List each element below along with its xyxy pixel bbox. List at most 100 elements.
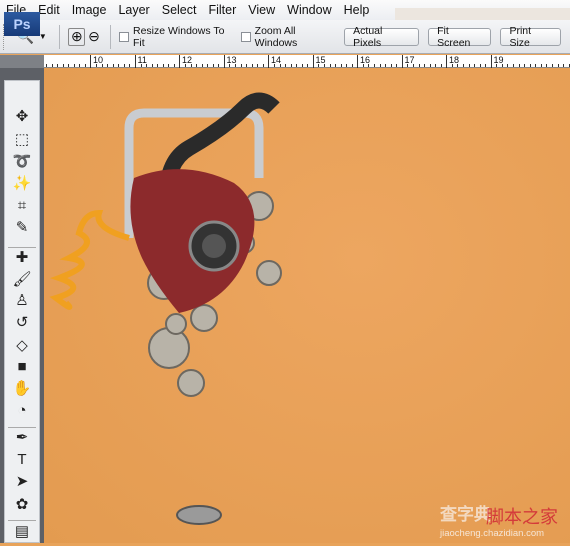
ruler-tick: [501, 64, 503, 67]
dodge-tool-icon[interactable]: ◔: [10, 401, 34, 421]
ruler-tick: [223, 64, 225, 67]
history-brush-tool-icon[interactable]: ↺: [10, 313, 34, 333]
ruler-tick: [262, 64, 264, 67]
eyedropper-tool-icon[interactable]: ✎: [10, 218, 34, 238]
ruler-tick: [513, 64, 515, 67]
ruler-tick: [57, 64, 59, 67]
menu-window[interactable]: Window: [281, 3, 337, 17]
ruler-tick: [51, 64, 53, 67]
menu-image[interactable]: Image: [66, 3, 113, 17]
notes-tool-icon[interactable]: ▤: [10, 522, 34, 542]
gradient-tool-icon[interactable]: ■: [10, 357, 34, 377]
menu-help[interactable]: Help: [338, 3, 376, 17]
ruler-tick: [546, 64, 548, 67]
move-tool-icon[interactable]: ✥: [10, 107, 34, 127]
ruler-tick: [407, 64, 409, 67]
checkbox-box[interactable]: [119, 31, 129, 42]
ruler-tick: [351, 64, 353, 67]
eraser-tool-icon[interactable]: ◇: [10, 336, 34, 356]
blur-tool-icon[interactable]: ✋: [10, 379, 34, 399]
zoom-all-windows-checkbox[interactable]: Zoom All Windows: [241, 25, 336, 49]
ruler-tick: [129, 64, 131, 67]
panel-collapse-grip[interactable]: [0, 55, 44, 68]
ruler-tick: [146, 64, 148, 67]
menu-filter[interactable]: Filter: [202, 3, 242, 17]
clone-stamp-tool-icon[interactable]: ♙: [10, 291, 34, 311]
ruler-tick: [134, 64, 136, 67]
ruler-tick: [474, 64, 476, 67]
ruler-tick: [185, 64, 186, 67]
ruler-tick: [362, 64, 364, 67]
ruler-tick: [90, 64, 92, 67]
ruler-tick: [440, 64, 442, 67]
lasso-tool-icon[interactable]: ➰: [10, 152, 34, 172]
resize-windows-checkbox[interactable]: Resize Windows To Fit: [119, 25, 233, 49]
ruler-tick: [73, 64, 75, 67]
print-size-button[interactable]: Print Size: [500, 25, 561, 49]
ruler-tick: [168, 64, 170, 67]
type-tool-icon[interactable]: T: [10, 450, 34, 470]
ruler-tick: [46, 64, 47, 67]
menu-select[interactable]: Select: [156, 3, 203, 17]
ruler-tick: [196, 64, 198, 67]
menu-view[interactable]: View: [242, 3, 281, 17]
menu-layer[interactable]: Layer: [112, 3, 155, 17]
ruler-tick: [479, 64, 481, 67]
shape-tool-icon[interactable]: ✿: [10, 495, 34, 515]
divider: [110, 24, 112, 49]
ruler-tick: [557, 64, 559, 67]
document-canvas[interactable]: [44, 68, 570, 543]
actual-pixels-button[interactable]: Actual Pixels: [344, 25, 420, 49]
ruler-tick: [62, 64, 64, 67]
ruler-tick: [118, 64, 120, 67]
ruler-tick: [207, 64, 209, 67]
checkbox-box[interactable]: [241, 31, 251, 42]
pen-tool-icon[interactable]: ✒: [10, 428, 34, 448]
ruler-tick: [235, 64, 237, 67]
tool-divider: [8, 247, 36, 248]
zoom-out-icon[interactable]: ⊖: [85, 28, 102, 46]
brush-tool-icon[interactable]: 🖌: [10, 270, 34, 290]
ruler-tick: [490, 64, 492, 67]
ruler-tick: [335, 64, 337, 67]
ruler-tick: [140, 64, 142, 67]
ruler-tick: [568, 64, 570, 67]
ruler-tick: [251, 64, 253, 67]
ruler-tick: [157, 64, 159, 67]
ruler-tick: [340, 64, 342, 67]
horizontal-ruler: 10 11 12 13 14 15 16 17 18 19: [44, 55, 570, 68]
ruler-tick: [468, 64, 470, 67]
zoom-in-icon[interactable]: ⊕: [68, 27, 86, 46]
checkbox-label: Resize Windows To Fit: [133, 24, 225, 49]
ruler-tick: [212, 64, 214, 67]
ruler-tick: [324, 64, 325, 67]
steampunk-heart-artwork: [49, 92, 282, 525]
ruler-tick: [424, 64, 426, 67]
ruler-tick: [451, 64, 453, 67]
ruler-tick: [179, 64, 181, 67]
magic-wand-tool-icon[interactable]: ✨: [10, 174, 34, 194]
ps-logo[interactable]: Ps: [4, 12, 40, 36]
ruler-tick: [112, 64, 114, 67]
crop-tool-icon[interactable]: ⌗: [10, 196, 34, 216]
drain: [176, 505, 222, 525]
ruler-tick: [273, 64, 275, 67]
ruler-tick: [201, 64, 203, 67]
ruler-tick: [257, 64, 259, 67]
ruler-tick: [268, 64, 270, 67]
healing-brush-tool-icon[interactable]: ✚: [10, 248, 34, 268]
ruler-tick: [435, 64, 437, 67]
ruler-tick: [563, 64, 565, 67]
watermark-red: 脚本之家: [486, 507, 558, 527]
ruler-tick: [496, 64, 498, 67]
ruler-tick: [390, 64, 392, 67]
marquee-tool-icon[interactable]: ⬚: [10, 130, 34, 150]
watermark: 查字典: [440, 505, 491, 524]
ruler-tick: [68, 64, 70, 67]
path-selection-tool-icon[interactable]: ➤: [10, 472, 34, 492]
ruler-tick: [540, 64, 542, 67]
ruler-tick: [379, 64, 381, 67]
ruler-tick: [396, 64, 398, 67]
ruler-tick: [240, 64, 242, 67]
fit-screen-button[interactable]: Fit Screen: [428, 25, 492, 49]
